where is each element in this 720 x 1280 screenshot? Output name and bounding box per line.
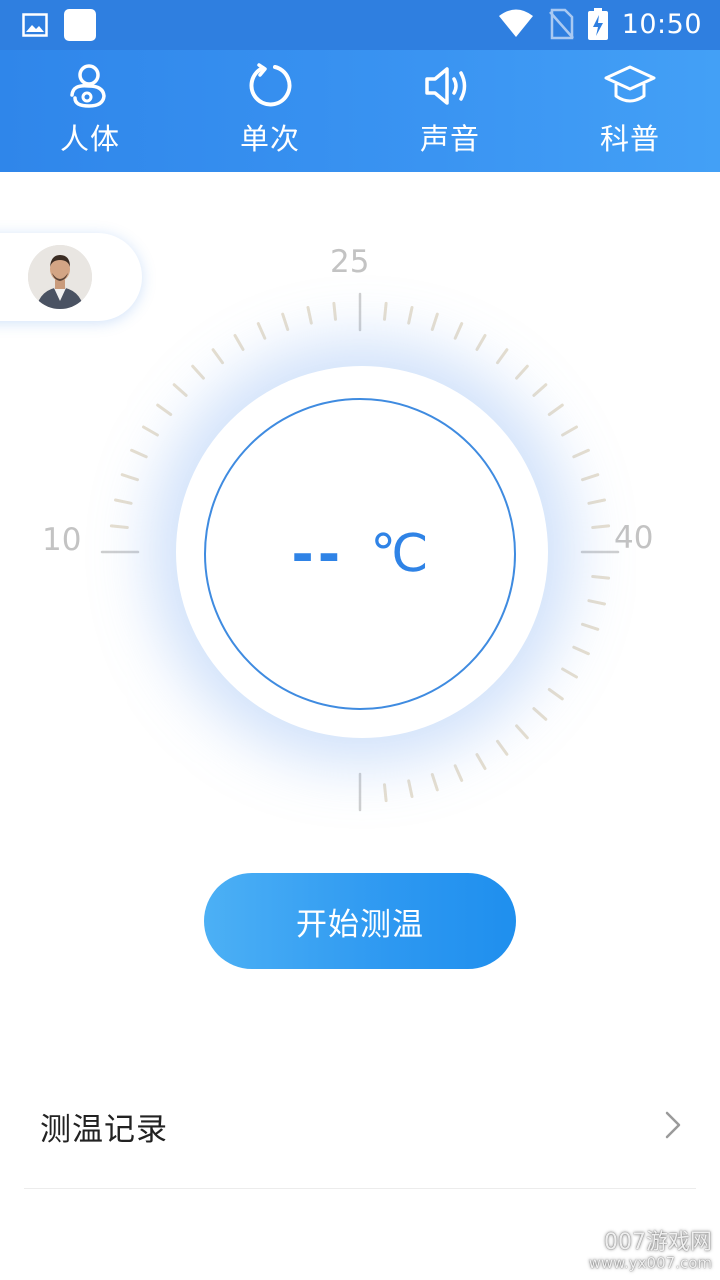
- gauge-tick: [572, 448, 590, 459]
- gauge-tick: [383, 783, 388, 803]
- gauge-tick: [496, 348, 509, 365]
- gauge-tick: [453, 322, 464, 340]
- tab-body[interactable]: 人体: [0, 50, 180, 172]
- gauge-tick: [475, 753, 487, 770]
- records-label: 测温记录: [40, 1112, 168, 1148]
- watermark-url: www.yx007.com: [588, 1254, 712, 1272]
- gauge-tick: [547, 403, 564, 416]
- gauge-tick: [581, 473, 600, 482]
- status-bar: 10:50: [0, 0, 720, 50]
- top-tab-bar: 人体 单次 声音 科普: [0, 50, 720, 172]
- gauge-tick: [572, 645, 590, 656]
- gauge-tick: [130, 448, 148, 459]
- gauge-tick: [211, 348, 224, 365]
- gauge-tick: [332, 301, 337, 321]
- gauge-tick: [561, 425, 578, 437]
- tab-sound[interactable]: 声音: [360, 50, 540, 172]
- tick-label-mid: 25: [330, 244, 370, 280]
- gauge-tick: [120, 473, 139, 482]
- temperature-reading: -- ℃: [204, 398, 516, 710]
- gauge-tick: [532, 383, 548, 397]
- gauge-tick: [591, 575, 611, 580]
- gauge-tick: [561, 667, 578, 679]
- gauge-tick: [515, 364, 529, 380]
- gauge-tick: [591, 524, 611, 529]
- gauge-tick: [475, 334, 487, 351]
- reading-value: --: [291, 522, 345, 586]
- gauge-tick: [453, 764, 464, 782]
- tab-label: 科普: [599, 122, 660, 156]
- reading-unit: ℃: [370, 524, 429, 584]
- chevron-right-icon: [665, 1111, 681, 1139]
- wifi-icon: [498, 9, 533, 37]
- gauge-tick: [532, 707, 548, 721]
- gallery-icon: [22, 13, 48, 37]
- watermark: 007游戏网 www.yx007.com: [589, 1231, 712, 1272]
- tab-label: 单次: [239, 122, 300, 156]
- records-row[interactable]: 测温记录: [24, 1070, 696, 1189]
- status-time: 10:50: [621, 8, 702, 40]
- tick-label-max: 40: [614, 520, 654, 556]
- app-square-icon: [64, 9, 96, 41]
- gauge-tick: [172, 383, 188, 397]
- tick-label-min: 10: [42, 522, 82, 558]
- body-icon: [70, 64, 106, 108]
- gauge-tick: [587, 599, 606, 606]
- gauge-tick: [407, 779, 414, 798]
- temperature-gauge: 25 10 40 -- ℃: [0, 180, 720, 940]
- no-sim-icon: [548, 8, 574, 40]
- gauge-tick: [281, 312, 290, 331]
- gauge-tick: [547, 688, 564, 701]
- gauge-tick: [407, 306, 414, 325]
- gauge-tick: [109, 524, 129, 529]
- gauge-tick: [191, 364, 205, 380]
- gauge-tick: [306, 306, 313, 325]
- tab-label: 声音: [419, 122, 480, 156]
- tab-science[interactable]: 科普: [540, 50, 720, 172]
- gauge-tick: [383, 301, 388, 321]
- gauge-tick: [156, 403, 173, 416]
- refresh-circle-icon: [249, 63, 292, 107]
- gauge-tick: [142, 425, 159, 437]
- gauge-tick: [114, 498, 133, 505]
- graduation-cap-icon: [604, 65, 656, 103]
- gauge-tick: [430, 773, 439, 792]
- speaker-icon: [425, 67, 467, 105]
- tab-label: 人体: [59, 122, 120, 156]
- gauge-tick: [581, 622, 600, 631]
- watermark-title: 007游戏网: [604, 1230, 712, 1255]
- start-measure-button[interactable]: 开始测温: [204, 873, 516, 969]
- gauge-tick: [256, 322, 267, 340]
- gauge-tick: [496, 739, 509, 756]
- tab-single[interactable]: 单次: [180, 50, 360, 172]
- gauge-tick: [233, 334, 245, 351]
- gauge-tick: [515, 724, 529, 740]
- gauge-tick: [587, 498, 606, 505]
- gauge-tick: [430, 312, 439, 331]
- battery-charging-icon: [587, 8, 608, 40]
